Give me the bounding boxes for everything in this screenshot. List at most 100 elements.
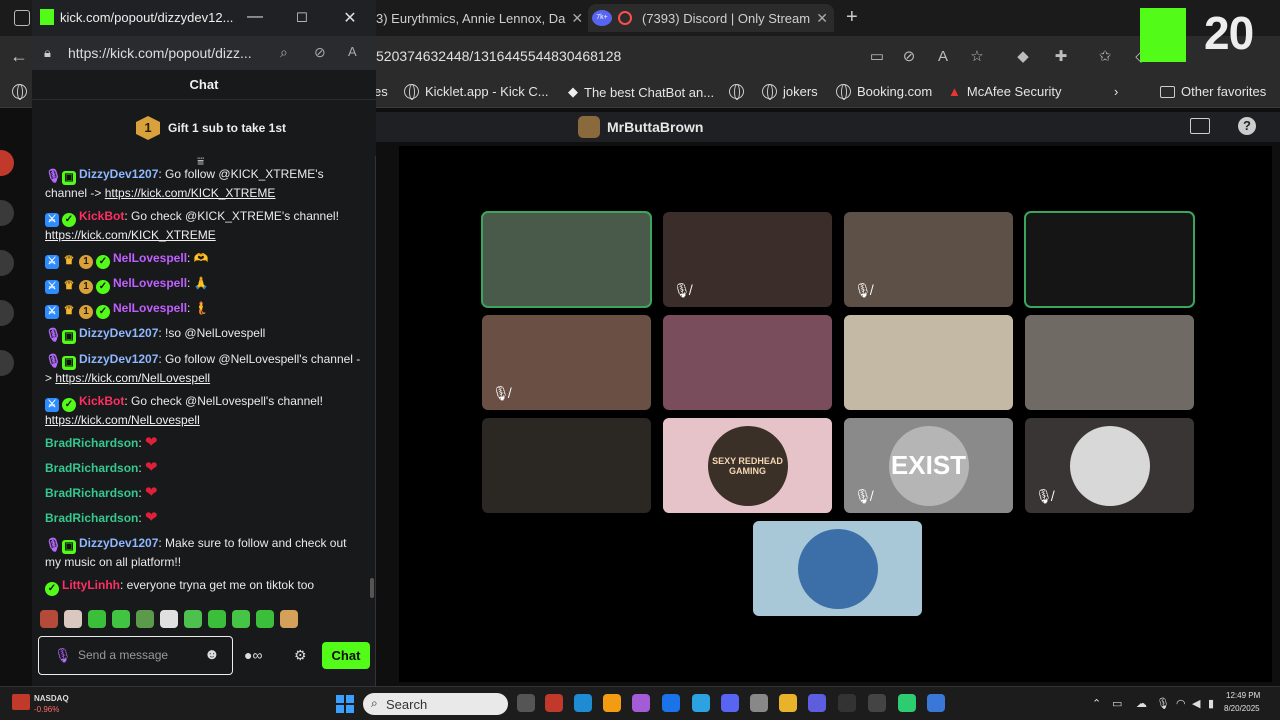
- close-tab-icon[interactable]: ✕: [810, 10, 834, 27]
- chat-username[interactable]: NelLovespell: [113, 251, 187, 265]
- message-link[interactable]: https://kick.com/KICK_XTREME: [45, 228, 216, 242]
- message-link[interactable]: https://kick.com/NelLovespell: [55, 371, 210, 385]
- file-explorer-icon[interactable]: [779, 694, 797, 712]
- participant-tile[interactable]: [663, 315, 832, 410]
- tracking-icon[interactable]: ⊘: [314, 44, 326, 61]
- windows-start-icon[interactable]: [336, 695, 354, 713]
- participant-tile[interactable]: [481, 211, 652, 308]
- participant-tile[interactable]: [753, 521, 922, 616]
- wifi-icon[interactable]: ◠: [1176, 697, 1186, 710]
- read-aloud-icon[interactable]: A: [932, 46, 954, 68]
- zoom-icon[interactable]: [721, 694, 739, 712]
- participant-tile[interactable]: EXIST 🎙︎̸: [844, 418, 1013, 513]
- chat-message-input[interactable]: [78, 645, 198, 665]
- app-icon[interactable]: [927, 694, 945, 712]
- bookmarks-more-icon[interactable]: ›: [1114, 84, 1118, 99]
- tray-chevron-icon[interactable]: ⌃: [1092, 697, 1101, 710]
- tab-discord[interactable]: 7k+ (7393) Discord | Only Stream ✕: [588, 4, 834, 32]
- chat-username[interactable]: DizzyDev1207: [79, 167, 158, 181]
- app-icon[interactable]: [692, 694, 710, 712]
- emote-icon[interactable]: [232, 610, 250, 628]
- tray-mic-icon[interactable]: 🎙︎: [1156, 697, 1170, 710]
- chat-message[interactable]: 🎙︎ ▣ DizzyDev1207: !so @NelLovespell: [45, 325, 363, 344]
- chat-message[interactable]: BradRichardson: ❤: [45, 484, 363, 503]
- tab-eurythmics[interactable]: 3) Eurythmics, Annie Lennox, Da ✕: [376, 4, 586, 32]
- emote-icon[interactable]: [184, 610, 202, 628]
- other-favorites[interactable]: Other favorites: [1160, 84, 1266, 99]
- bookmark-chatbot[interactable]: ◆ The best ChatBot an...: [568, 84, 714, 100]
- participant-tile[interactable]: [482, 418, 651, 513]
- chat-messages[interactable]: 🎙︎ ▣ DizzyDev1207: Go follow @KICK_XTREME'…: [32, 166, 376, 602]
- chat-message[interactable]: BradRichardson: ❤: [45, 434, 363, 453]
- close-icon[interactable]: ✕: [339, 8, 361, 28]
- emote-icon[interactable]: [40, 610, 58, 628]
- chat-message[interactable]: BradRichardson: ❤: [45, 509, 363, 528]
- media-player-icon[interactable]: [838, 694, 856, 712]
- back-icon[interactable]: ←: [10, 46, 28, 67]
- tray-cloud-icon[interactable]: ☁: [1136, 697, 1147, 710]
- chat-message[interactable]: 🎙︎ ▣ DizzyDev1207: Make sure to follow and…: [45, 535, 363, 572]
- teams-icon[interactable]: [808, 694, 826, 712]
- chat-scrollbar[interactable]: [370, 578, 374, 598]
- participant-tile[interactable]: 🎙︎̸: [482, 315, 651, 410]
- minimize-icon[interactable]: —: [244, 8, 266, 26]
- favorite-star-icon[interactable]: ☆: [966, 46, 988, 68]
- extension-icon[interactable]: ◆: [1012, 46, 1034, 68]
- chat-username[interactable]: KickBot: [79, 209, 124, 223]
- emote-icon[interactable]: [208, 610, 226, 628]
- tray-network-icon[interactable]: ▭: [1112, 697, 1122, 710]
- emote-icon[interactable]: [112, 610, 130, 628]
- emote-icon[interactable]: [136, 610, 154, 628]
- emote-icon[interactable]: [256, 610, 274, 628]
- chat-message[interactable]: ⚔ ✓ KickBot: Go check @KICK_XTREME's chann…: [45, 208, 363, 245]
- popout-url[interactable]: https://kick.com/popout/dizz...: [68, 45, 274, 61]
- emoji-icon[interactable]: ☻: [204, 646, 220, 663]
- app-icon[interactable]: [632, 694, 650, 712]
- battery-icon[interactable]: ▮: [1208, 697, 1214, 710]
- store-icon[interactable]: [750, 694, 768, 712]
- participant-tile[interactable]: [1025, 315, 1194, 410]
- help-icon[interactable]: ?: [1238, 117, 1256, 135]
- chat-username[interactable]: NelLovespell: [113, 301, 187, 315]
- emote-icon[interactable]: [64, 610, 82, 628]
- clock-date[interactable]: 8/20/2025: [1224, 704, 1260, 713]
- emote-icon[interactable]: [280, 610, 298, 628]
- settings-icon[interactable]: [868, 694, 886, 712]
- bookmark-jokers[interactable]: jokers: [762, 84, 818, 100]
- send-chat-button[interactable]: Chat: [322, 642, 370, 669]
- settings-gear-icon[interactable]: ⚙: [294, 647, 307, 664]
- emote-icon[interactable]: [88, 610, 106, 628]
- lock-icon[interactable]: 🔒︎: [44, 45, 51, 61]
- popout-icon[interactable]: [1190, 118, 1210, 134]
- chat-username[interactable]: BradRichardson: [45, 486, 138, 500]
- favorites-icon[interactable]: ✩: [1094, 46, 1116, 68]
- stock-label[interactable]: NASDAQ: [34, 694, 69, 703]
- camera-icon[interactable]: ▭: [866, 46, 888, 68]
- new-tab-icon[interactable]: +: [846, 6, 858, 29]
- taskbar-search[interactable]: [363, 693, 508, 715]
- participant-tile[interactable]: SEXY REDHEAD GAMING: [663, 418, 832, 513]
- chat-username[interactable]: BradRichardson: [45, 436, 138, 450]
- bookmark-globe[interactable]: [729, 84, 744, 100]
- emote-icon[interactable]: [160, 610, 178, 628]
- address-url[interactable]: 520374632448/1316445544830468128: [376, 48, 621, 64]
- tracking-prevention-icon[interactable]: ⊘: [898, 46, 920, 68]
- maximize-icon[interactable]: ☐: [291, 10, 313, 26]
- mcafee-icon[interactable]: [545, 694, 563, 712]
- chat-message[interactable]: BradRichardson: ❤: [45, 459, 363, 478]
- zoom-icon[interactable]: ⌕: [280, 44, 288, 61]
- bookmark-mcafee[interactable]: ▲ McAfee Security: [948, 84, 1062, 99]
- chat-username[interactable]: DizzyDev1207: [79, 352, 158, 366]
- participant-tile[interactable]: [844, 315, 1013, 410]
- chat-message[interactable]: ⚔ ♛ 1 ✓ NelLovespell: 🙏: [45, 275, 363, 294]
- chat-message[interactable]: ✓ LittyLinhh: everyone tryna get me on ti…: [45, 577, 363, 596]
- chat-message[interactable]: ⚔ ✓ KickBot: Go check @NelLovespell's chan…: [45, 393, 363, 430]
- copilot-icon[interactable]: [603, 694, 621, 712]
- participant-tile[interactable]: 🎙︎̸: [844, 212, 1013, 307]
- chat-username[interactable]: KickBot: [79, 394, 124, 408]
- chat-message[interactable]: ⚔ ♛ 1 ✓ NelLovespell: 🧜: [45, 300, 363, 319]
- chat-username[interactable]: NelLovespell: [113, 276, 187, 290]
- app-icon[interactable]: [898, 694, 916, 712]
- task-view-icon[interactable]: [517, 694, 535, 712]
- participant-tile[interactable]: 🎙︎̸: [663, 212, 832, 307]
